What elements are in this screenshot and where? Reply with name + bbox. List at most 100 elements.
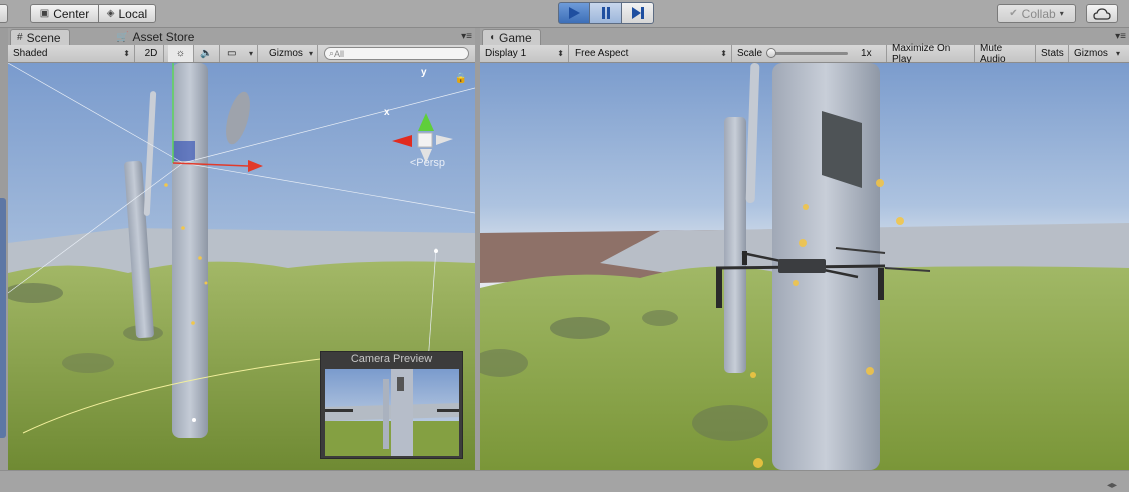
game-panel-plate bbox=[822, 111, 862, 188]
speaker-icon: 🔈 bbox=[200, 48, 213, 59]
sun-icon: ☼ bbox=[175, 48, 186, 59]
aspect-label: Free Aspect bbox=[575, 48, 629, 59]
game-rock bbox=[550, 317, 610, 339]
scale-label: Scale bbox=[737, 48, 763, 59]
display-dropdown[interactable]: Display 1 ⬍ bbox=[480, 45, 569, 62]
scene-viewport[interactable]: y x 🔒 <Persp Camera Preview bbox=[8, 63, 475, 470]
camera-preview-window: Camera Preview bbox=[320, 351, 463, 459]
gizmo-axis-x-label: x bbox=[384, 107, 390, 118]
status-spinner-icon: ◂▸ bbox=[1106, 480, 1117, 491]
left-dock-highlight bbox=[0, 198, 6, 438]
mute-audio-toggle[interactable]: Mute Audio bbox=[975, 42, 1036, 65]
panel-menu-icon[interactable]: ▾≡ bbox=[1115, 31, 1126, 42]
play-button[interactable] bbox=[558, 2, 590, 24]
transform-tools-edge[interactable] bbox=[0, 4, 8, 23]
scene-audio-toggle[interactable]: 🔈 bbox=[194, 45, 220, 62]
playmode-controls bbox=[558, 2, 654, 24]
mode-2d-toggle[interactable]: 2D bbox=[139, 45, 164, 62]
cloud-icon bbox=[1093, 7, 1111, 20]
stats-toggle[interactable]: Stats bbox=[1036, 45, 1069, 62]
scale-slider[interactable] bbox=[766, 48, 849, 58]
scale-slider-thumb[interactable] bbox=[766, 48, 777, 58]
tab-game[interactable]: ◖ Game bbox=[482, 29, 541, 45]
pivot-center-label: Center bbox=[53, 6, 90, 21]
collab-dropdown[interactable]: ✔ Collab ▾ bbox=[997, 4, 1076, 23]
pivot-center-button[interactable]: ▣ Center bbox=[30, 4, 99, 23]
tab-asset-store-label: Asset Store bbox=[132, 30, 195, 44]
step-button[interactable] bbox=[622, 2, 654, 24]
dropdown-arrows-icon: ⬍ bbox=[557, 49, 564, 58]
game-tabbar: ◖ Game ▾≡ bbox=[480, 28, 1129, 45]
game-pacman-icon: ◖ bbox=[489, 32, 496, 43]
collab-label: Collab bbox=[1021, 6, 1056, 21]
game-viewport[interactable] bbox=[480, 63, 1129, 470]
play-icon bbox=[569, 7, 580, 19]
chevron-down-icon: ▾ bbox=[1059, 9, 1064, 18]
cloud-button[interactable] bbox=[1086, 4, 1118, 23]
collab-check-icon: ✔ bbox=[1009, 8, 1018, 19]
scene-gizmos-dropdown[interactable]: Gizmos ▾ bbox=[264, 45, 318, 62]
display-label: Display 1 bbox=[485, 48, 527, 59]
stats-label: Stats bbox=[1041, 48, 1064, 59]
scene-search-placeholder: All bbox=[334, 48, 345, 59]
status-bar: ◂▸ bbox=[0, 470, 1129, 492]
scene-tabbar: # Scene 🛒 Asset Store ▾≡ bbox=[8, 28, 475, 45]
scale-control: Scale 1x bbox=[732, 45, 887, 62]
gizmo-axis-y-label: y bbox=[421, 67, 427, 78]
dropdown-arrows-icon: ⬍ bbox=[720, 49, 727, 58]
aspect-dropdown[interactable]: Free Aspect ⬍ bbox=[570, 45, 732, 62]
game-gizmos-label: Gizmos bbox=[1074, 48, 1108, 59]
pivot-local-icon: ◈ bbox=[106, 8, 115, 19]
scene-lighting-toggle[interactable]: ☼ bbox=[168, 45, 194, 62]
game-controlbar: Display 1 ⬍ Free Aspect ⬍ Scale 1x Maxim… bbox=[480, 42, 1129, 65]
shading-mode-label: Shaded bbox=[13, 48, 48, 59]
scene-selection-box bbox=[173, 141, 195, 161]
scene-rock bbox=[62, 353, 114, 373]
lock-icon[interactable]: 🔒 bbox=[455, 73, 467, 84]
scene-pillar-front bbox=[172, 63, 208, 438]
scene-search-input[interactable]: ⌕ All bbox=[324, 47, 469, 60]
pivot-center-icon: ▣ bbox=[39, 8, 50, 19]
game-rock bbox=[692, 405, 768, 441]
scene-handle-dot[interactable] bbox=[434, 249, 438, 253]
main-toolbar: ▣ Center ◈ Local ✔ Collab ▾ bbox=[0, 0, 1129, 28]
persp-label[interactable]: <Persp bbox=[410, 157, 445, 169]
camera-preview-image bbox=[325, 369, 459, 456]
dropdown-arrows-icon: ⬍ bbox=[123, 49, 130, 58]
tab-scene-label: Scene bbox=[26, 30, 61, 45]
pause-button[interactable] bbox=[590, 2, 622, 24]
game-rock bbox=[642, 310, 678, 326]
pause-icon bbox=[601, 7, 610, 19]
scene-effects-dropdown[interactable]: ▭ ▾ bbox=[222, 45, 258, 62]
panel-menu-icon[interactable]: ▾≡ bbox=[461, 31, 472, 42]
chevron-down-icon: ▾ bbox=[248, 49, 253, 58]
chevron-down-icon: ▾ bbox=[1115, 49, 1120, 58]
game-pillar-back bbox=[724, 117, 746, 373]
left-dock-strip bbox=[0, 28, 8, 470]
game-gizmos-dropdown[interactable]: Gizmos ▾ bbox=[1069, 45, 1124, 62]
scene-panel: # Scene 🛒 Asset Store ▾≡ Shaded ⬍ 2D ☼ 🔈… bbox=[8, 28, 475, 470]
tab-scene[interactable]: # Scene bbox=[10, 29, 70, 45]
image-icon: ▭ bbox=[227, 48, 237, 59]
chevron-down-icon: ▾ bbox=[308, 49, 313, 58]
scale-value: 1x bbox=[861, 48, 872, 59]
mode-2d-label: 2D bbox=[144, 48, 158, 59]
pivot-local-button[interactable]: ◈ Local bbox=[98, 4, 156, 23]
camera-preview-title: Camera Preview bbox=[350, 353, 433, 365]
game-render bbox=[480, 63, 1129, 470]
tab-game-label: Game bbox=[499, 30, 532, 45]
scene-gizmos-label: Gizmos bbox=[269, 48, 303, 59]
maximize-on-play-label: Maximize On Play bbox=[892, 42, 951, 65]
gizmo-center-cube[interactable] bbox=[417, 132, 433, 148]
mute-audio-label: Mute Audio bbox=[980, 42, 1006, 65]
pivot-local-label: Local bbox=[118, 6, 148, 21]
persp-text: Persp bbox=[416, 157, 445, 169]
tab-asset-store[interactable]: 🛒 Asset Store bbox=[110, 29, 202, 45]
shading-mode-dropdown[interactable]: Shaded ⬍ bbox=[8, 45, 135, 62]
store-icon: 🛒 bbox=[116, 31, 129, 43]
game-panel: ◖ Game ▾≡ Display 1 ⬍ Free Aspect ⬍ Scal… bbox=[480, 28, 1129, 470]
grid-icon: # bbox=[17, 32, 23, 43]
maximize-on-play-toggle[interactable]: Maximize On Play bbox=[887, 42, 975, 65]
scene-controlbar: Shaded ⬍ 2D ☼ 🔈 ▭ ▾ Gizmos ▾ ⌕ All bbox=[8, 45, 475, 63]
scene-handle-dot[interactable] bbox=[192, 418, 196, 422]
